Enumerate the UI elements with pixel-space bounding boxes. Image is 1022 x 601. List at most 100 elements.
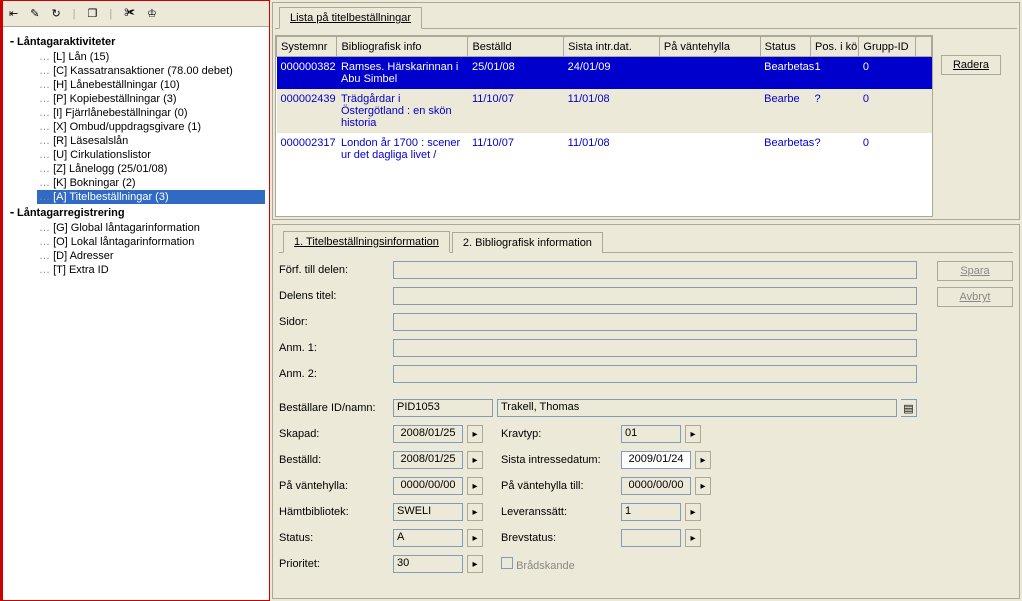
tree-item-akt-3[interactable]: [P] Kopiebeställningar (3) xyxy=(37,92,265,106)
label-bestallare: Beställare ID/namn: xyxy=(279,402,389,414)
label-delens: Delens titel: xyxy=(279,290,389,302)
nav-tree: -Låntagaraktiviteter [L] Lån (15)[C] Kas… xyxy=(3,27,269,600)
step-sistaint[interactable]: ▸ xyxy=(695,451,711,469)
copy-icon[interactable]: ❐ xyxy=(88,7,98,20)
label-leverans: Leveranssätt: xyxy=(487,506,617,518)
top-section: Lista på titelbeställningar Systemnr Bib… xyxy=(272,2,1020,220)
table-row[interactable]: 000002317London år 1700 : scener ur det … xyxy=(277,133,932,165)
step-pavantetill[interactable]: ▸ xyxy=(695,477,711,495)
tree-group-aktiviteter[interactable]: -Låntagaraktiviteter xyxy=(7,33,265,50)
tree-item-akt-4[interactable]: [I] Fjärrlånebeställningar (0) xyxy=(37,106,265,120)
dropdown-bestallare-icon[interactable]: ▤ xyxy=(901,399,917,417)
table-row[interactable]: 000000382Ramses. Härskarinnan i Abu Simb… xyxy=(277,57,932,90)
refresh-icon[interactable]: ↻ xyxy=(51,7,60,20)
label-pavantetill: På väntehylla till: xyxy=(487,480,617,492)
tree-item-akt-5[interactable]: [X] Ombud/uppdragsgivare (1) xyxy=(37,120,265,134)
label-prioritet: Prioritet: xyxy=(279,558,389,570)
step-prioritet[interactable]: ▸ xyxy=(467,555,483,573)
label-skapad: Skapad: xyxy=(279,428,389,440)
label-sistaint: Sista intressedatum: xyxy=(487,454,617,466)
table-row[interactable]: 000002439Trädgårdar i Östergötland : en … xyxy=(277,89,932,133)
label-sidor: Sidor: xyxy=(279,316,389,328)
radera-button[interactable]: Radera xyxy=(941,55,1001,75)
form-left: Förf. till delen: Delens titel: Sidor: A… xyxy=(279,259,917,592)
label-status: Status: xyxy=(279,532,389,544)
th-sista[interactable]: Sista intr.dat. xyxy=(564,37,660,57)
th-pos[interactable]: Pos. i kö xyxy=(811,37,859,57)
tab-bibliografisk[interactable]: 2. Bibliografisk information xyxy=(452,232,603,253)
th-bestalld[interactable]: Beställd xyxy=(468,37,564,57)
tree-item-reg-2[interactable]: [D] Adresser xyxy=(37,249,265,263)
tree-item-akt-1[interactable]: [C] Kassatransaktioner (78.00 debet) xyxy=(37,64,265,78)
tree-item-akt-9[interactable]: [K] Bokningar (2) xyxy=(37,176,265,190)
th-systemnr[interactable]: Systemnr xyxy=(277,37,337,57)
pin-icon[interactable]: ✎ xyxy=(30,7,39,20)
tree-item-akt-8[interactable]: [Z] Lånelogg (25/01/08) xyxy=(37,162,265,176)
top-tabstrip: Lista på titelbeställningar xyxy=(275,5,1017,29)
left-toolbar: ⇤ ✎ ↻ | ❐ | ✀ ♔ xyxy=(3,1,269,27)
field-anm1 xyxy=(393,339,917,357)
label-hamt: Hämtbibliotek: xyxy=(279,506,389,518)
bottom-section: 1. Titelbeställningsinformation 2. Bibli… xyxy=(272,224,1020,599)
step-hamt[interactable]: ▸ xyxy=(467,503,483,521)
field-status: A xyxy=(393,529,463,547)
label-anm1: Anm. 1: xyxy=(279,342,389,354)
th-status[interactable]: Status xyxy=(760,37,810,57)
step-brevstatus[interactable]: ▸ xyxy=(685,529,701,547)
spara-button[interactable]: Spara xyxy=(937,261,1013,281)
tree-group-registrering[interactable]: -Låntagarregistrering xyxy=(7,204,265,221)
step-skapad[interactable]: ▸ xyxy=(467,425,483,443)
field-leverans: 1 xyxy=(621,503,681,521)
th-grupp[interactable]: Grupp-ID xyxy=(859,37,915,57)
field-bestallare-id: PID1053 xyxy=(393,399,493,417)
tab-list[interactable]: Lista på titelbeställningar xyxy=(279,7,422,29)
checkbox-bradskande xyxy=(501,557,513,569)
step-status[interactable]: ▸ xyxy=(467,529,483,547)
bottom-tabstrip: 1. Titelbeställningsinformation 2. Bibli… xyxy=(279,229,1013,253)
field-skapad: 2008/01/25 xyxy=(393,425,463,443)
gift-icon[interactable]: ♔ xyxy=(147,7,157,20)
step-bestalld[interactable]: ▸ xyxy=(467,451,483,469)
avbryt-button[interactable]: Avbryt xyxy=(937,287,1013,307)
label-pavante: På väntehylla: xyxy=(279,480,389,492)
right-panel: Lista på titelbeställningar Systemnr Bib… xyxy=(270,0,1022,601)
tree-item-reg-0[interactable]: [G] Global låntagarinformation xyxy=(37,221,265,235)
step-pavante[interactable]: ▸ xyxy=(467,477,483,495)
label-forf: Förf. till delen: xyxy=(279,264,389,276)
field-sidor xyxy=(393,313,917,331)
field-pavantetill: 0000/00/00 xyxy=(621,477,691,495)
tree-item-akt-10[interactable]: [A] Titelbeställningar (3) xyxy=(37,190,265,204)
field-sistaint[interactable]: 2009/01/24 xyxy=(621,451,691,469)
tab-titelbestallning[interactable]: 1. Titelbeställningsinformation xyxy=(283,231,450,253)
label-bestalld: Beställd: xyxy=(279,454,389,466)
field-anm2 xyxy=(393,365,917,383)
tree-item-reg-1[interactable]: [O] Lokal låntagarinformation xyxy=(37,235,265,249)
label-anm2: Anm. 2: xyxy=(279,368,389,380)
field-hamt: SWELI xyxy=(393,503,463,521)
label-bradskande: Brådskande xyxy=(516,560,575,572)
th-biblio[interactable]: Bibliografisk info xyxy=(337,37,468,57)
tree-item-akt-7[interactable]: [U] Cirkulationslistor xyxy=(37,148,265,162)
step-leverans[interactable]: ▸ xyxy=(685,503,701,521)
label-brevstatus: Brevstatus: xyxy=(487,532,617,544)
exit-icon[interactable]: ⇤ xyxy=(9,7,18,20)
th-vante[interactable]: På väntehylla xyxy=(659,37,760,57)
tree-item-akt-0[interactable]: [L] Lån (15) xyxy=(37,50,265,64)
left-panel: ⇤ ✎ ↻ | ❐ | ✀ ♔ -Låntagaraktiviteter [L]… xyxy=(0,0,270,601)
orders-table: Systemnr Bibliografisk info Beställd Sis… xyxy=(275,35,933,217)
step-kravtyp[interactable]: ▸ xyxy=(685,425,701,443)
field-delens xyxy=(393,287,917,305)
field-bestallare-namn: Trakell, Thomas xyxy=(497,399,897,417)
field-forf xyxy=(393,261,917,279)
th-scroll xyxy=(915,37,931,57)
label-kravtyp: Kravtyp: xyxy=(487,428,617,440)
field-prioritet: 30 xyxy=(393,555,463,573)
field-bestalld: 2008/01/25 xyxy=(393,451,463,469)
field-pavante: 0000/00/00 xyxy=(393,477,463,495)
field-kravtyp: 01 xyxy=(621,425,681,443)
bug-icon[interactable]: ✀ xyxy=(124,7,135,20)
field-brevstatus xyxy=(621,529,681,547)
tree-item-akt-6[interactable]: [R] Läsesalslån xyxy=(37,134,265,148)
tree-item-akt-2[interactable]: [H] Lånebeställningar (10) xyxy=(37,78,265,92)
tree-item-reg-3[interactable]: [T] Extra ID xyxy=(37,263,265,277)
